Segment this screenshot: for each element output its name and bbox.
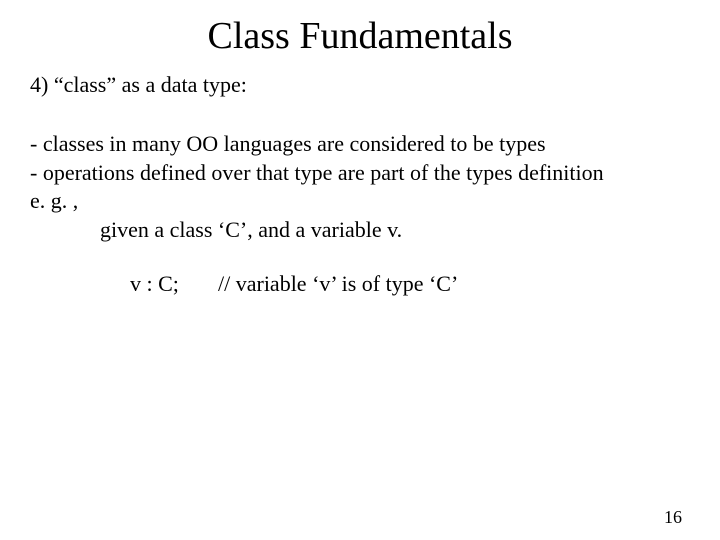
- body-line: - operations defined over that type are …: [30, 159, 690, 188]
- slide-subheading: 4) “class” as a data type:: [30, 72, 720, 98]
- body-line: e. g. ,: [30, 187, 690, 216]
- slide-title: Class Fundamentals: [0, 14, 720, 58]
- code-example: v : C; // variable ‘v’ is of type ‘C’: [130, 270, 690, 299]
- body-line: - classes in many OO languages are consi…: [30, 130, 690, 159]
- body-line-indent: given a class ‘C’, and a variable v.: [100, 216, 690, 245]
- slide: Class Fundamentals 4) “class” as a data …: [0, 14, 720, 540]
- code-comment: // variable ‘v’ is of type ‘C’: [218, 270, 458, 299]
- slide-body: - classes in many OO languages are consi…: [30, 130, 690, 299]
- code-declaration: v : C;: [130, 270, 218, 299]
- page-number: 16: [664, 507, 682, 528]
